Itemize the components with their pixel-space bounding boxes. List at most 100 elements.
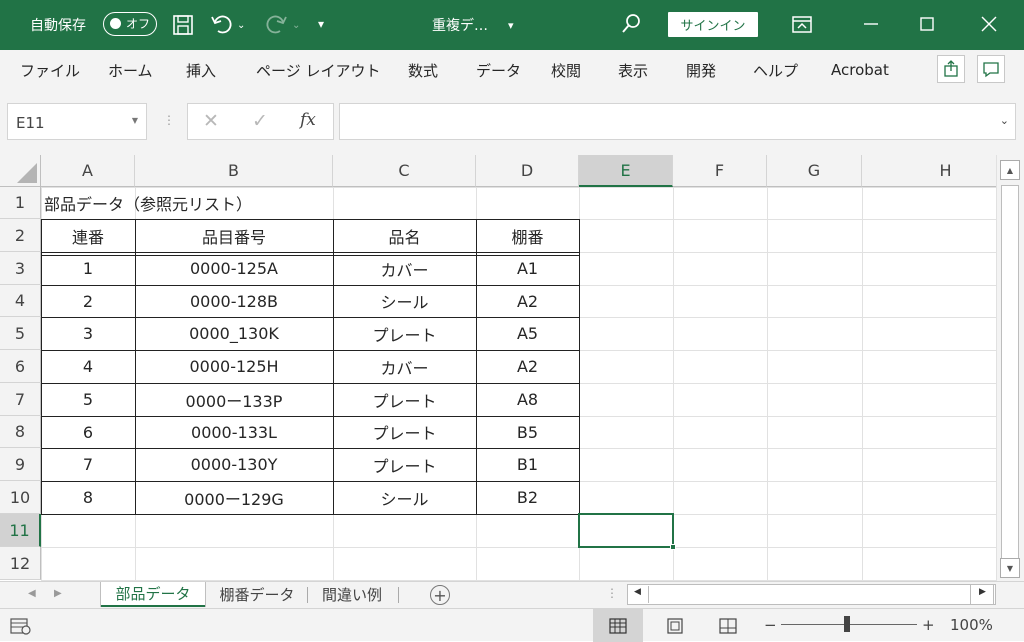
table-cell[interactable]: A8 bbox=[476, 383, 579, 416]
sheet-tab-shelf-data[interactable]: 棚番データ bbox=[207, 582, 307, 607]
formula-bar-grip-icon[interactable]: ⋮ bbox=[163, 113, 175, 127]
table-cell[interactable]: カバー bbox=[333, 252, 476, 285]
zoom-slider-thumb[interactable] bbox=[844, 616, 850, 632]
row-header-2[interactable]: 2 bbox=[0, 219, 41, 252]
table-cell[interactable]: プレート bbox=[333, 383, 476, 416]
insert-function-icon[interactable]: fx bbox=[300, 110, 316, 130]
ribbon-display-icon[interactable] bbox=[791, 14, 813, 39]
table-cell[interactable]: 0000-125H bbox=[135, 350, 333, 383]
tab-insert[interactable]: 挿入 bbox=[186, 50, 216, 90]
table-cell[interactable]: 0000-125A bbox=[135, 252, 333, 285]
table-cell[interactable]: A5 bbox=[476, 317, 579, 350]
column-header-f[interactable]: F bbox=[673, 155, 767, 187]
table-cell[interactable]: 7 bbox=[41, 448, 135, 481]
search-icon[interactable] bbox=[620, 13, 642, 38]
page-break-view-button[interactable] bbox=[703, 609, 753, 642]
column-header-d[interactable]: D bbox=[476, 155, 579, 187]
column-header-g[interactable]: G bbox=[767, 155, 862, 187]
vertical-scroll-thumb[interactable] bbox=[1001, 185, 1019, 560]
row-header-6[interactable]: 6 bbox=[0, 350, 41, 383]
scroll-right-button[interactable]: ▶ bbox=[970, 584, 994, 605]
minimize-icon[interactable] bbox=[862, 15, 880, 36]
sheet-next-icon[interactable]: ▶ bbox=[54, 588, 62, 599]
table-cell[interactable]: 8 bbox=[41, 481, 135, 514]
scroll-up-icon[interactable]: ▲ bbox=[1000, 160, 1020, 180]
expand-formula-icon[interactable]: ⌄ bbox=[1000, 114, 1009, 127]
table-header-cell[interactable]: 品名 bbox=[333, 219, 476, 252]
sheet-tab-error-example[interactable]: 間違い例 bbox=[309, 582, 395, 607]
table-cell[interactable]: B5 bbox=[476, 416, 579, 448]
tab-data[interactable]: データ bbox=[476, 50, 521, 90]
table-cell[interactable]: シール bbox=[333, 285, 476, 317]
signin-button[interactable]: サインイン bbox=[668, 12, 758, 37]
fill-handle[interactable] bbox=[670, 544, 676, 550]
sheet-prev-icon[interactable]: ◀ bbox=[28, 588, 36, 599]
table-cell[interactable]: 0000_130K bbox=[135, 317, 333, 350]
document-title[interactable]: 重複デ… bbox=[432, 0, 488, 50]
table-cell[interactable]: 0000-130Y bbox=[135, 448, 333, 481]
table-cell[interactable]: 5 bbox=[41, 383, 135, 416]
row-header-3[interactable]: 3 bbox=[0, 252, 41, 285]
tab-file[interactable]: ファイル bbox=[20, 50, 80, 90]
horizontal-scrollbar[interactable]: ◀ bbox=[627, 584, 996, 605]
column-header-h[interactable]: H bbox=[862, 155, 996, 187]
tab-acrobat[interactable]: Acrobat bbox=[831, 50, 889, 90]
close-icon[interactable] bbox=[980, 15, 998, 36]
table-cell[interactable]: 4 bbox=[41, 350, 135, 383]
table-header-cell[interactable]: 棚番 bbox=[476, 219, 579, 252]
enter-icon[interactable]: ✓ bbox=[252, 110, 268, 132]
column-header-c[interactable]: C bbox=[333, 155, 476, 187]
name-box-dropdown-icon[interactable]: ▼ bbox=[132, 116, 138, 125]
zoom-out-button[interactable]: − bbox=[764, 608, 777, 641]
row-header-12[interactable]: 12 bbox=[0, 547, 41, 580]
macro-record-icon[interactable] bbox=[10, 617, 32, 639]
table-cell[interactable]: プレート bbox=[333, 317, 476, 350]
undo-icon[interactable] bbox=[210, 13, 234, 38]
maximize-icon[interactable] bbox=[918, 15, 936, 36]
tab-home[interactable]: ホーム bbox=[108, 50, 153, 90]
zoom-in-button[interactable]: + bbox=[922, 608, 935, 641]
page-layout-view-button[interactable] bbox=[650, 609, 700, 642]
share-button[interactable] bbox=[937, 55, 965, 83]
tab-developer[interactable]: 開発 bbox=[686, 50, 716, 90]
title-dropdown-icon[interactable]: ▾ bbox=[508, 16, 514, 36]
tab-split-grip-icon[interactable]: ⋮ bbox=[606, 586, 618, 600]
table-cell[interactable]: カバー bbox=[333, 350, 476, 383]
tab-page-layout[interactable]: ページ レイアウト bbox=[256, 50, 380, 90]
customize-qat-icon[interactable]: ▾ bbox=[318, 14, 324, 34]
table-cell[interactable]: B1 bbox=[476, 448, 579, 481]
table-header-cell[interactable]: 品目番号 bbox=[135, 219, 333, 252]
add-sheet-icon[interactable]: + bbox=[430, 585, 450, 605]
table-cell[interactable]: シール bbox=[333, 481, 476, 514]
table-cell[interactable]: プレート bbox=[333, 448, 476, 481]
formula-input[interactable]: ⌄ bbox=[339, 103, 1016, 140]
table-cell[interactable]: A2 bbox=[476, 350, 579, 383]
zoom-level[interactable]: 100% bbox=[950, 608, 993, 641]
column-header-a[interactable]: A bbox=[41, 155, 135, 187]
table-cell[interactable]: 0000-128B bbox=[135, 285, 333, 317]
selected-cell[interactable] bbox=[578, 513, 676, 550]
row-header-9[interactable]: 9 bbox=[0, 448, 41, 481]
undo-dropdown-icon[interactable]: ⌄ bbox=[237, 16, 245, 36]
normal-view-button[interactable] bbox=[593, 609, 643, 642]
table-cell[interactable]: 3 bbox=[41, 317, 135, 350]
table-cell[interactable]: 0000ー129G bbox=[135, 481, 333, 514]
table-header-cell[interactable]: 連番 bbox=[41, 219, 135, 252]
table-cell[interactable]: 0000-133L bbox=[135, 416, 333, 448]
save-icon[interactable] bbox=[172, 14, 194, 39]
tab-review[interactable]: 校閲 bbox=[551, 50, 581, 90]
table-cell[interactable]: 1 bbox=[41, 252, 135, 285]
row-header-10[interactable]: 10 bbox=[0, 481, 41, 514]
cancel-icon[interactable]: ✕ bbox=[203, 110, 219, 132]
vertical-scrollbar[interactable]: ▲ ▼ bbox=[996, 155, 1024, 581]
table-cell[interactable]: 2 bbox=[41, 285, 135, 317]
comments-button[interactable] bbox=[977, 55, 1005, 83]
row-header-4[interactable]: 4 bbox=[0, 285, 41, 317]
scroll-right-icon[interactable]: ▶ bbox=[979, 587, 986, 597]
row-header-8[interactable]: 8 bbox=[0, 416, 41, 448]
tab-help[interactable]: ヘルプ bbox=[753, 50, 798, 90]
column-header-e[interactable]: E bbox=[579, 155, 673, 187]
table-cell[interactable]: 0000ー133P bbox=[135, 383, 333, 416]
row-header-7[interactable]: 7 bbox=[0, 383, 41, 416]
sheet-tab-parts-data[interactable]: 部品データ bbox=[101, 582, 205, 607]
